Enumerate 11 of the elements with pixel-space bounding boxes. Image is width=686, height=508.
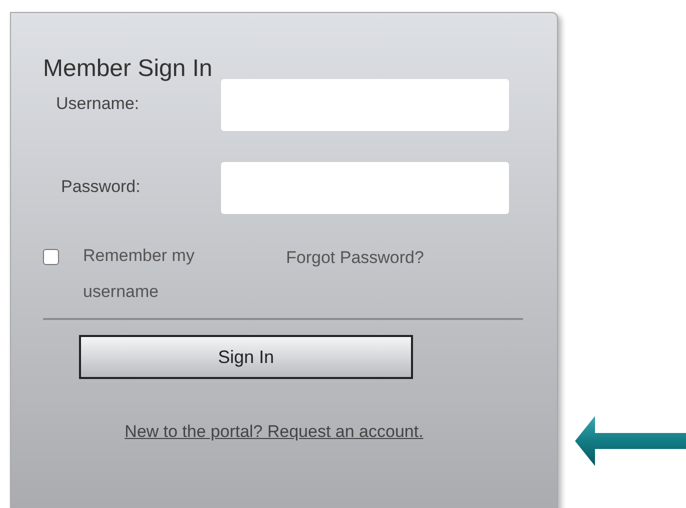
- panel-title: Member Sign In: [43, 55, 214, 83]
- remember-checkbox[interactable]: [43, 249, 59, 265]
- remember-label: Remember my username: [83, 245, 196, 303]
- forgot-password-link[interactable]: Forgot Password?: [286, 245, 424, 270]
- input-field[interactable]: [221, 79, 509, 131]
- sign-in-button[interactable]: Sign In: [79, 335, 413, 379]
- field-label: Username:: [55, 93, 140, 115]
- field-label: Password:: [60, 176, 142, 198]
- arrow-icon: [575, 416, 686, 466]
- request-account-link[interactable]: New to the portal? Request an account.: [124, 419, 424, 444]
- input-field[interactable]: [221, 162, 509, 214]
